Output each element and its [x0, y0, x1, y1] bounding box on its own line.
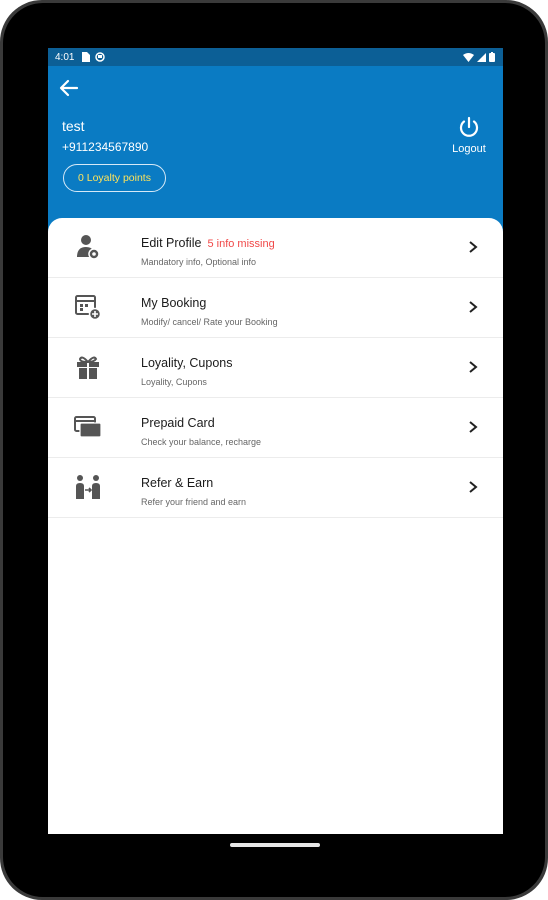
menu-title: Prepaid Card — [141, 416, 215, 430]
arrow-left-icon[interactable] — [58, 77, 80, 99]
gift-icon — [77, 356, 99, 379]
chevron-right-icon — [469, 241, 478, 253]
menu-title: My Booking — [141, 296, 207, 310]
menu-item-loyalty[interactable]: Loyality, Cupons Loyality, Cupons — [48, 338, 503, 398]
signal-icon — [477, 52, 486, 62]
menu-item-edit-profile[interactable]: Edit Profile 5 info missing Mandatory inf… — [48, 218, 503, 278]
menu-item-my-booking[interactable]: My Booking Modify/ cancel/ Rate your Boo… — [48, 278, 503, 338]
chevron-right-icon — [469, 481, 478, 493]
menu-item-prepaid-card[interactable]: Prepaid Card Check your balance, recharg… — [48, 398, 503, 458]
sim-card-icon — [82, 52, 91, 62]
notification-icon — [95, 52, 106, 62]
menu-subtitle: Loyality, Cupons — [141, 377, 207, 387]
menu-card: Edit Profile 5 info missing Mandatory inf… — [48, 218, 503, 834]
app-screen: 4:01 test +911234567890 0 Loyalty points… — [48, 48, 503, 834]
user-phone: +911234567890 — [62, 140, 149, 154]
menu-title: Edit Profile — [141, 236, 202, 250]
chevron-right-icon — [469, 361, 478, 373]
menu-subtitle: Modify/ cancel/ Rate your Booking — [141, 317, 278, 327]
battery-icon — [489, 52, 495, 62]
status-bar: 4:01 — [48, 48, 503, 66]
menu-subtitle: Mandatory info, Optional info — [141, 257, 257, 267]
user-name: test — [62, 118, 85, 134]
refer-people-icon — [76, 475, 100, 499]
menu-item-refer-earn[interactable]: Refer & Earn Refer your friend and earn — [48, 458, 503, 518]
menu-subtitle: Check your balance, recharge — [141, 437, 262, 447]
menu-title: Loyality, Cupons — [141, 356, 233, 370]
logout-button[interactable]: Logout — [445, 116, 493, 155]
power-icon — [459, 116, 479, 137]
chevron-right-icon — [469, 301, 478, 313]
status-time: 4:01 — [55, 51, 75, 63]
logout-label: Logout — [452, 143, 486, 155]
loyalty-points-badge[interactable]: 0 Loyalty points — [63, 164, 166, 192]
calendar-add-icon — [75, 295, 102, 321]
wifi-icon — [463, 52, 474, 62]
menu-subtitle: Refer your friend and earn — [141, 497, 247, 507]
gesture-nav-handle[interactable] — [230, 843, 320, 847]
menu-title: Refer & Earn — [141, 476, 214, 490]
info-missing-badge: 5 info missing — [207, 238, 275, 250]
user-gear-icon — [77, 235, 100, 260]
credit-card-icon — [74, 416, 102, 438]
chevron-right-icon — [469, 421, 478, 433]
